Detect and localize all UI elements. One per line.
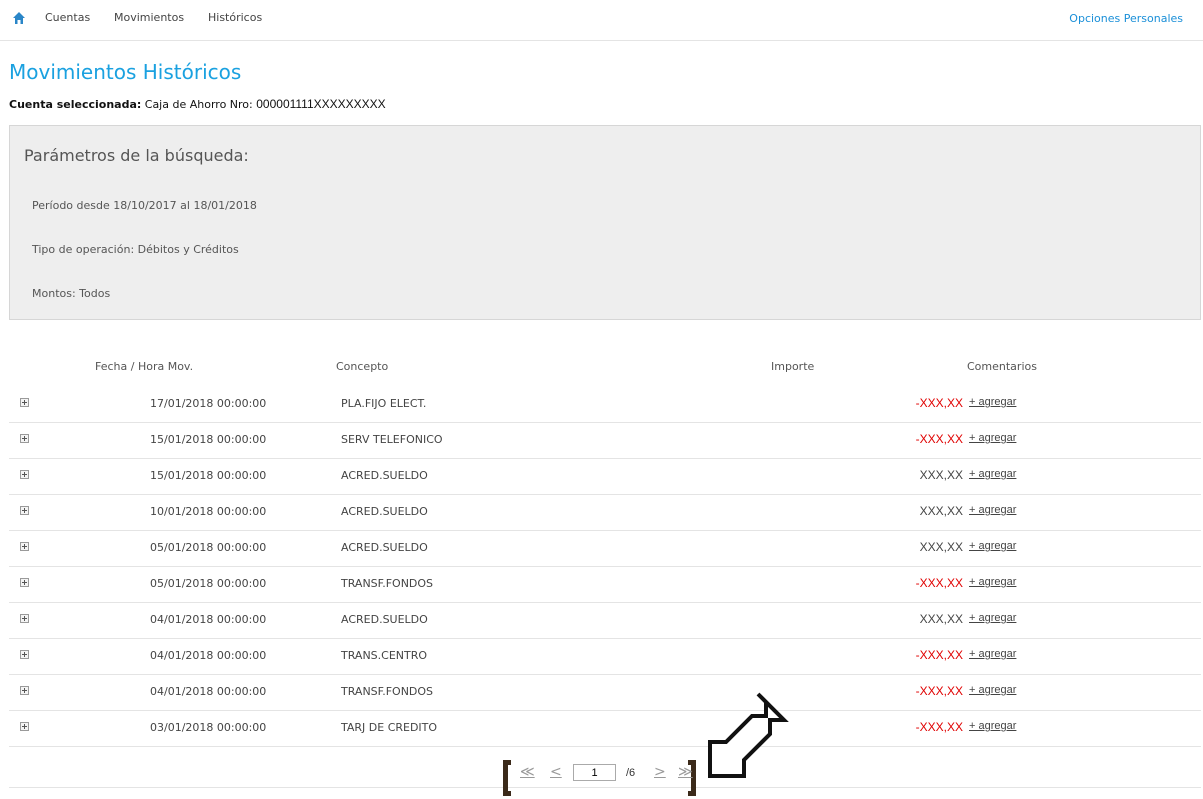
page-number-input[interactable] <box>573 764 616 781</box>
cell-importe: XXX,XX <box>919 540 963 554</box>
table-row: 03/01/2018 00:00:00 TARJ DE CREDITO -XXX,X… <box>9 711 1201 747</box>
prev-page-button[interactable]: < <box>550 764 562 780</box>
cell-importe: XXX,XX <box>919 612 963 626</box>
cell-fecha: 04/01/2018 00:00:00 <box>150 613 267 626</box>
cell-importe: XXX,XX <box>919 504 963 518</box>
col-header-concepto: Concepto <box>336 360 389 373</box>
expand-icon[interactable] <box>20 542 29 551</box>
cell-concepto: PLA.FIJO ELECT. <box>341 397 427 410</box>
table-row: 04/01/2018 00:00:00 ACRED.SUELDO XXX,XX + a… <box>9 603 1201 639</box>
cell-importe: -XXX,XX <box>915 396 963 410</box>
search-params-panel: Parámetros de la búsqueda: Período desde… <box>9 125 1201 320</box>
expand-icon[interactable] <box>20 434 29 443</box>
cell-fecha: 03/01/2018 00:00:00 <box>150 721 267 734</box>
add-comment-link[interactable]: + agregar <box>969 468 1016 480</box>
highlight-bracket-left <box>503 760 511 796</box>
account-type: Caja de Ahorro Nro: <box>144 98 253 111</box>
expand-icon[interactable] <box>20 470 29 479</box>
annotation-arrow-icon <box>708 692 789 778</box>
account-line: Cuenta seleccionada: Caja de Ahorro Nro:… <box>9 97 386 111</box>
add-comment-link[interactable]: + agregar <box>969 648 1016 660</box>
nav-historicos[interactable]: Históricos <box>208 11 262 24</box>
params-title: Parámetros de la búsqueda: <box>24 146 249 165</box>
cell-concepto: ACRED.SUELDO <box>341 505 428 518</box>
cell-importe: -XXX,XX <box>915 684 963 698</box>
cell-concepto: TRANS.CENTRO <box>341 649 428 662</box>
table-row: 15/01/2018 00:00:00 ACRED.SUELDO XXX,XX + a… <box>9 459 1201 495</box>
cell-concepto: ACRED.SUELDO <box>341 613 428 626</box>
expand-icon[interactable] <box>20 650 29 659</box>
expand-icon[interactable] <box>20 506 29 515</box>
table-row: 04/01/2018 00:00:00 TRANS.CENTRO -XXX,XX + … <box>9 639 1201 675</box>
cell-concepto: TRANSF.FONDOS <box>341 577 434 590</box>
expand-icon[interactable] <box>20 614 29 623</box>
add-comment-link[interactable]: + agregar <box>969 612 1016 624</box>
cell-fecha: 04/01/2018 00:00:00 <box>150 649 267 662</box>
add-comment-link[interactable]: + agregar <box>969 396 1016 408</box>
cell-concepto: ACRED.SUELDO <box>341 469 428 482</box>
param-tipo: Tipo de operación: Débitos y Créditos <box>32 243 239 256</box>
cell-concepto: TARJ DE CREDITO <box>341 721 438 734</box>
table-row: 15/01/2018 00:00:00 SERV TELEFONICO -XXX,X… <box>9 423 1201 459</box>
cell-concepto: TRANSF.FONDOS <box>341 685 434 698</box>
add-comment-link[interactable]: + agregar <box>969 504 1016 516</box>
next-page-button[interactable]: > <box>654 764 666 780</box>
expand-icon[interactable] <box>20 722 29 731</box>
param-periodo: Período desde 18/10/2017 al 18/01/2018 <box>32 199 257 212</box>
param-montos: Montos: Todos <box>32 287 111 300</box>
home-icon[interactable] <box>12 11 26 25</box>
pager-divider <box>9 787 1201 788</box>
expand-icon[interactable] <box>20 398 29 407</box>
cell-fecha: 10/01/2018 00:00:00 <box>150 505 267 518</box>
table-row: 10/01/2018 00:00:00 ACRED.SUELDO XXX,XX + a… <box>9 495 1201 531</box>
nav-cuentas[interactable]: Cuentas <box>45 11 90 24</box>
cell-fecha: 05/01/2018 00:00:00 <box>150 541 267 554</box>
page-total: /6 <box>626 767 636 779</box>
page-title: Movimientos Históricos <box>9 60 242 84</box>
table-row: 05/01/2018 00:00:00 TRANSF.FONDOS -XXX,XX +… <box>9 567 1201 603</box>
account-label: Cuenta seleccionada: <box>9 98 142 111</box>
add-comment-link[interactable]: + agregar <box>969 540 1016 552</box>
add-comment-link[interactable]: + agregar <box>969 576 1016 588</box>
cell-fecha: 05/01/2018 00:00:00 <box>150 577 267 590</box>
add-comment-link[interactable]: + agregar <box>969 720 1016 732</box>
expand-icon[interactable] <box>20 578 29 587</box>
nav-opciones-personales[interactable]: Opciones Personales <box>1069 12 1183 25</box>
first-page-button[interactable]: ≪ <box>520 764 535 780</box>
cell-fecha: 17/01/2018 00:00:00 <box>150 397 267 410</box>
last-page-button[interactable]: ≫ <box>678 764 693 780</box>
add-comment-link[interactable]: + agregar <box>969 432 1016 444</box>
cell-importe: -XXX,XX <box>915 648 963 662</box>
cell-concepto: SERV TELEFONICO <box>341 433 443 446</box>
cell-importe: -XXX,XX <box>915 432 963 446</box>
table-row: 17/01/2018 00:00:00 PLA.FIJO ELECT. -XXX,X… <box>9 387 1201 423</box>
cell-importe: -XXX,XX <box>915 576 963 590</box>
nav-movimientos[interactable]: Movimientos <box>114 11 184 24</box>
cell-fecha: 04/01/2018 00:00:00 <box>150 685 267 698</box>
col-header-fecha: Fecha / Hora Mov. <box>95 360 194 373</box>
add-comment-link[interactable]: + agregar <box>969 684 1016 696</box>
col-header-importe: Importe <box>771 360 815 373</box>
cell-concepto: ACRED.SUELDO <box>341 541 428 554</box>
cell-fecha: 15/01/2018 00:00:00 <box>150 433 267 446</box>
cell-importe: XXX,XX <box>919 468 963 482</box>
top-nav: Cuentas Movimientos Históricos Opciones … <box>0 0 1203 41</box>
col-header-comentarios: Comentarios <box>967 360 1037 373</box>
cell-fecha: 15/01/2018 00:00:00 <box>150 469 267 482</box>
account-number: 000001111XXXXXXXXX <box>256 97 386 111</box>
cell-importe: -XXX,XX <box>915 720 963 734</box>
expand-icon[interactable] <box>20 686 29 695</box>
table-row: 05/01/2018 00:00:00 ACRED.SUELDO XXX,XX + a… <box>9 531 1201 567</box>
table-row: 04/01/2018 00:00:00 TRANSF.FONDOS -XXX,XX +… <box>9 675 1201 711</box>
